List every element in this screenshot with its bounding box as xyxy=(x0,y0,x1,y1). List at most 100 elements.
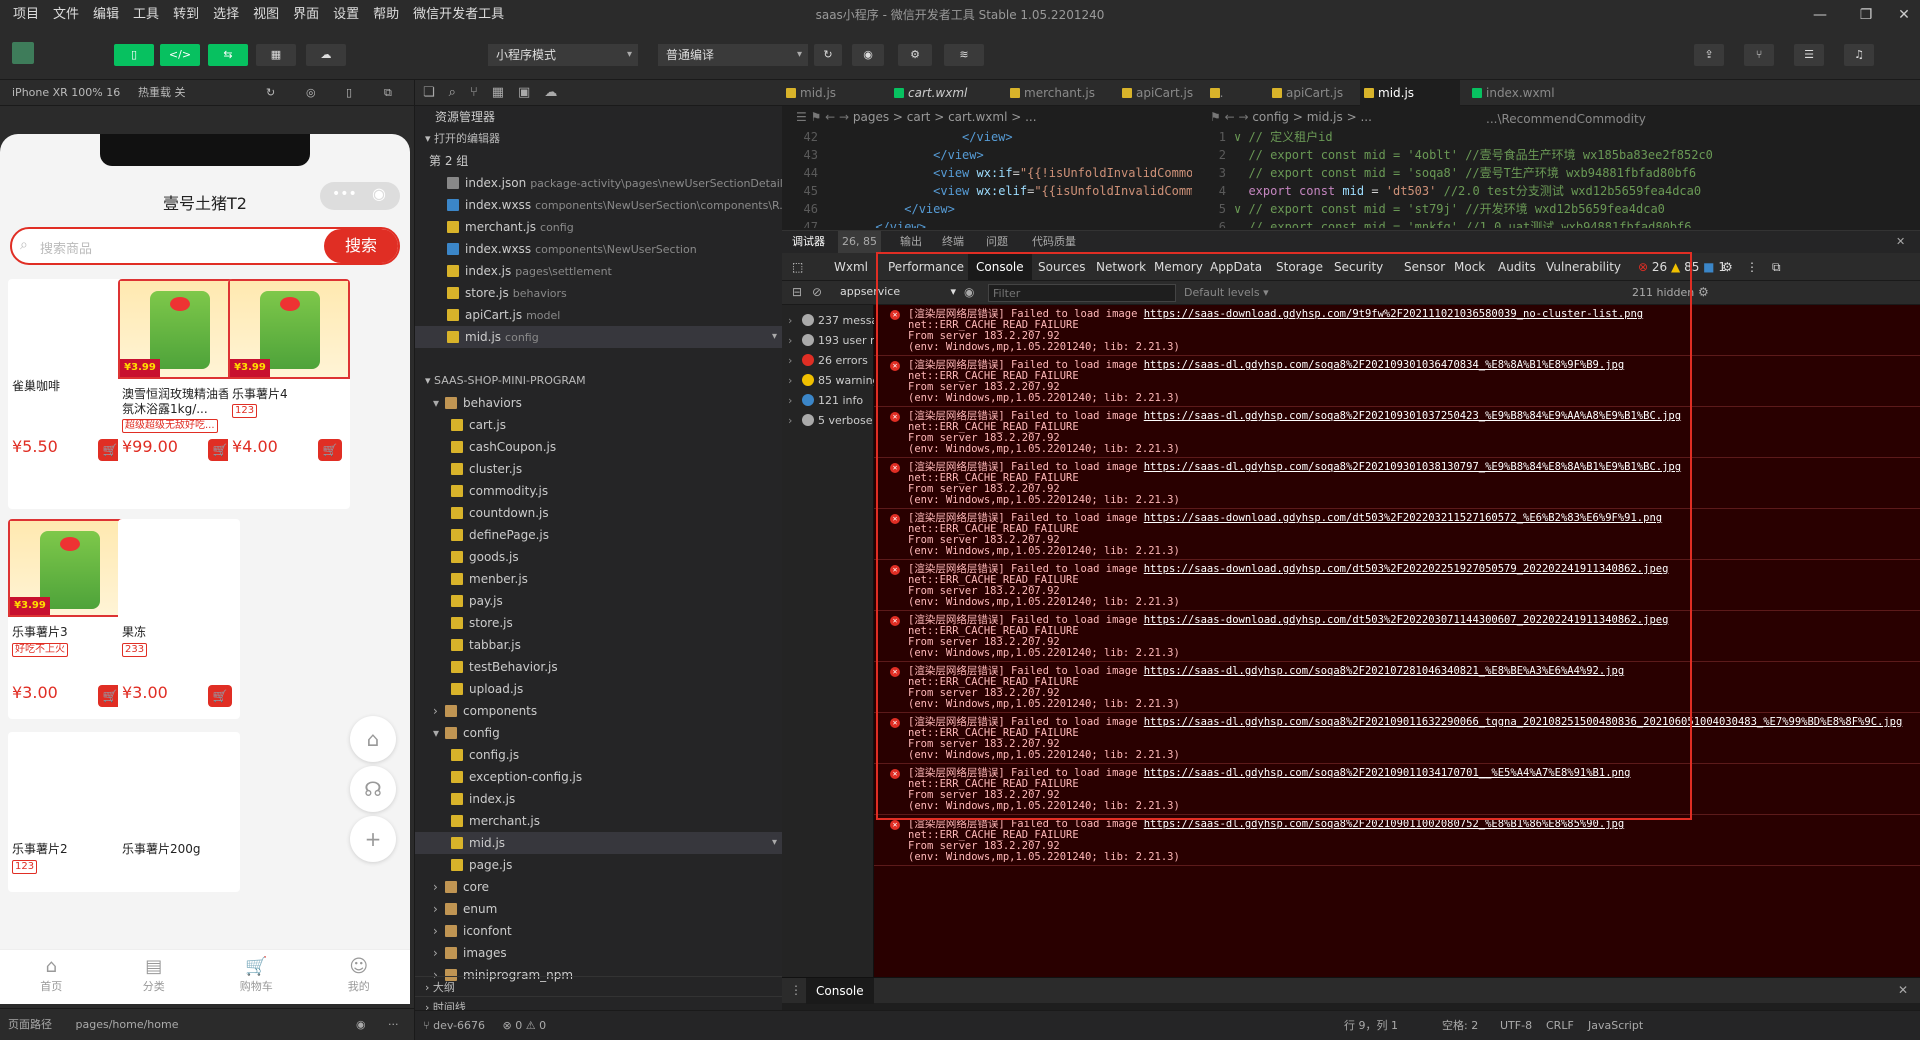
menu-item-goto[interactable]: 转到 xyxy=(166,0,206,30)
tree-file[interactable]: definePage.js xyxy=(415,524,783,546)
image-url-link[interactable]: https://saas-dl.gdyhsp.com/soqa8%2F20210… xyxy=(1144,716,1903,728)
tab-overflow[interactable]: ... xyxy=(1206,80,1246,106)
details-icon[interactable]: ☰ xyxy=(1794,44,1824,66)
open-file-item[interactable]: index.js pages\settlement xyxy=(415,260,783,282)
issue-counts[interactable]: ⊗ 26 ▲ 85 ■ 1 xyxy=(1638,253,1726,281)
image-url-link[interactable]: https://saas-download.gdyhsp.com/dt503%2… xyxy=(1144,512,1662,524)
image-url-link[interactable]: https://saas-dl.gdyhsp.com/soqa8%2F20210… xyxy=(1144,461,1681,473)
add-fab-icon[interactable]: + xyxy=(350,816,396,862)
tab-category[interactable]: ▤ 分类 xyxy=(103,950,206,1004)
cloud-icon[interactable]: ☁ xyxy=(544,85,571,100)
tab-output[interactable]: 输出 xyxy=(900,231,922,253)
console-sidebar-item[interactable]: › 5 verbose xyxy=(782,411,874,431)
open-file-item[interactable]: index.json package-activity\pages\newUser… xyxy=(415,172,783,194)
service-fab-icon[interactable]: ☊ xyxy=(350,766,396,812)
open-editors-section[interactable]: ▾ 打开的编辑器 xyxy=(415,128,783,150)
panel-tab-storage[interactable]: Storage xyxy=(1276,253,1323,281)
page-path-label[interactable]: 页面路径 xyxy=(8,1018,52,1031)
open-file-item[interactable]: index.wxss components\NewUserSection xyxy=(415,238,783,260)
sidebar-toggle-icon[interactable]: ⊟ xyxy=(792,285,802,299)
problems-count[interactable]: ⊗ 0 ⚠ 0 xyxy=(503,1019,547,1032)
product-card[interactable]: ¥3.99 乐事薯片3 好吃不上火 ¥3.00 🛒 xyxy=(8,519,130,719)
home-fab-icon[interactable]: ⌂ xyxy=(350,716,396,762)
menu-item-view[interactable]: 视图 xyxy=(246,0,286,30)
console-error-message[interactable]: ✕ [渲染层网络层错误] Failed to load image https:/… xyxy=(874,509,1920,560)
filter-input[interactable] xyxy=(988,284,1176,302)
context-select[interactable]: appservice ▾ xyxy=(840,285,960,298)
exit-icon[interactable]: ◉ xyxy=(372,184,386,203)
open-file-item[interactable]: store.js behaviors xyxy=(415,282,783,304)
tree-folder[interactable]: › core xyxy=(415,876,783,898)
minimize-icon[interactable]: — xyxy=(1800,0,1840,30)
console-sidebar-item[interactable]: › 121 info xyxy=(782,391,874,411)
tree-file[interactable]: menber.js xyxy=(415,568,783,590)
device-select[interactable]: iPhone XR 100% 16 xyxy=(12,80,120,106)
panel-tab-performance[interactable]: Performance xyxy=(888,253,964,281)
panel-tab-vulnerability[interactable]: Vulnerability xyxy=(1546,253,1621,281)
console-error-message[interactable]: ✕ [渲染层网络层错误] Failed to load image https:/… xyxy=(874,458,1920,509)
upload-icon[interactable]: ⇪ xyxy=(1694,44,1724,66)
menu-item-project[interactable]: 项目 xyxy=(6,0,46,30)
console-error-message[interactable]: ✕ [渲染层网络层错误] Failed to load image https:/… xyxy=(874,764,1920,815)
editor-toggle-icon[interactable]: </> xyxy=(160,44,200,66)
image-url-link[interactable]: https://saas-dl.gdyhsp.com/soqa8%2F20210… xyxy=(1144,767,1631,779)
version-icon[interactable]: ⑂ xyxy=(1744,44,1774,66)
search-icon[interactable]: ⌕ xyxy=(449,85,470,100)
image-url-link[interactable]: https://saas-dl.gdyhsp.com/soqa8%2F20210… xyxy=(1144,359,1624,371)
mode-select[interactable]: 小程序模式 xyxy=(488,44,638,66)
image-url-link[interactable]: https://saas-dl.gdyhsp.com/soqa8%2F20210… xyxy=(1144,818,1624,830)
product-card[interactable]: ¥3.99 澳雪恒润玫瑰精油香氛沐浴露1kg/... 超级超级无敌好吃... ¥… xyxy=(118,279,240,509)
tree-folder[interactable]: ▾ behaviors xyxy=(415,392,783,414)
git-icon[interactable]: ⑂ xyxy=(470,85,492,100)
panel-tab-network[interactable]: Network xyxy=(1096,253,1146,281)
debugger-toggle-icon[interactable]: ⇆ xyxy=(208,44,248,66)
tree-file[interactable]: goods.js xyxy=(415,546,783,568)
menu-item-interface[interactable]: 界面 xyxy=(286,0,326,30)
message-icon[interactable]: ♫ xyxy=(1844,44,1874,66)
image-url-link[interactable]: https://saas-download.gdyhsp.com/9t9fw%2… xyxy=(1144,308,1643,320)
open-file-item[interactable]: index.wxss components\NewUserSection\comp… xyxy=(415,194,783,216)
product-card[interactable]: 果冻 233 ¥3.00 🛒 xyxy=(118,519,240,719)
console-error-message[interactable]: ✕ [渲染层网络层错误] Failed to load image https:/… xyxy=(874,815,1920,866)
close-icon[interactable]: ✕ xyxy=(1896,231,1905,253)
tree-file[interactable]: countdown.js xyxy=(415,502,783,524)
kebab-icon[interactable]: ⋮ xyxy=(790,983,802,997)
tree-file[interactable]: merchant.js xyxy=(415,810,783,832)
simulator-toggle-icon[interactable]: ▯ xyxy=(114,44,154,66)
tree-file[interactable]: cart.js xyxy=(415,414,783,436)
editor-tab-active[interactable]: mid.js xyxy=(1360,80,1460,106)
image-url-link[interactable]: https://saas-download.gdyhsp.com/dt503%2… xyxy=(1144,563,1669,575)
panel-tab-mock[interactable]: Mock xyxy=(1454,253,1485,281)
console-error-message[interactable]: ✕ [渲染层网络层错误] Failed to load image https:/… xyxy=(874,407,1920,458)
eye-icon[interactable]: ◉ xyxy=(964,285,974,299)
panel-tab-memory[interactable]: Memory xyxy=(1154,253,1203,281)
tab-problems[interactable]: 问题 xyxy=(986,231,1008,253)
tree-file[interactable]: cluster.js xyxy=(415,458,783,480)
layout-icon[interactable]: ▦ xyxy=(256,44,296,66)
avatar[interactable] xyxy=(12,42,34,64)
popout-icon[interactable]: ⧉ xyxy=(384,80,392,106)
breadcrumb-path[interactable]: config > mid.js > ... xyxy=(1252,110,1372,124)
levels-select[interactable]: Default levels ▾ xyxy=(1184,286,1269,299)
menu-capsule[interactable]: ••• ◉ xyxy=(320,182,400,210)
record-icon[interactable]: ◎ xyxy=(306,80,316,106)
add-to-cart-icon[interactable]: 🛒 xyxy=(318,439,342,461)
tree-file[interactable]: config.js xyxy=(415,744,783,766)
breadcrumb-path[interactable]: pages > cart > cart.wxml > ... xyxy=(853,110,1037,124)
menu-item-edit[interactable]: 编辑 xyxy=(86,0,126,30)
editor-tab[interactable]: index.wxml ...\RecommendCommodity xyxy=(1468,80,1688,126)
console-sidebar-item[interactable]: › 26 errors xyxy=(782,351,874,371)
compile-select[interactable]: 普通编译 xyxy=(658,44,808,66)
open-file-item[interactable]: merchant.js config xyxy=(415,216,783,238)
console-sidebar-item[interactable]: › 237 messag... xyxy=(782,311,874,331)
more-icon[interactable]: ··· xyxy=(388,1009,399,1040)
tree-file[interactable]: upload.js xyxy=(415,678,783,700)
language-mode[interactable]: JavaScript xyxy=(1588,1011,1643,1040)
menu-item-select[interactable]: 选择 xyxy=(206,0,246,30)
cloud-icon[interactable]: ☁ xyxy=(306,44,346,66)
tab-mine[interactable]: ☺ 我的 xyxy=(308,950,411,1004)
debug-icon[interactable]: ▣ xyxy=(518,85,544,100)
console-error-message[interactable]: ✕ [渲染层网络层错误] Failed to load image https:/… xyxy=(874,611,1920,662)
preview-icon[interactable]: ◉ xyxy=(852,44,884,66)
project-section[interactable]: ▾ SAAS-SHOP-MINI-PROGRAM xyxy=(415,370,783,392)
